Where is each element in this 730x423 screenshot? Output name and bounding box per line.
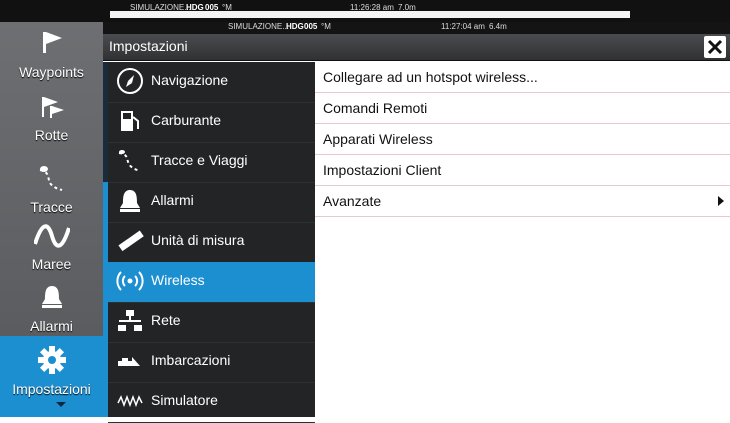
- sidebar-item-label: Impostazioni: [12, 381, 91, 397]
- menu-item-imbarcazioni[interactable]: Imbarcazioni: [108, 342, 315, 383]
- ruler-icon: [118, 230, 144, 252]
- option-remote-controls[interactable]: Comandi Remoti: [315, 93, 730, 124]
- sidebar-item-impostazioni[interactable]: Impostazioni: [0, 336, 103, 417]
- menu-item-tracce-viaggi[interactable]: Tracce e Viaggi: [108, 142, 315, 183]
- status-hdg-unit: °M: [321, 22, 331, 31]
- wireless-options: Collegare ad un hotspot wireless... Coma…: [315, 62, 730, 417]
- background-chart-strip: [110, 11, 630, 18]
- menu-item-navigazione[interactable]: Navigazione: [108, 62, 315, 103]
- vessels-icon: [118, 357, 140, 366]
- menu-item-label: Tracce e Viaggi: [151, 152, 248, 168]
- close-icon: [707, 39, 723, 55]
- menu-item-label: Simulatore: [151, 392, 218, 408]
- menu-item-label: Rete: [151, 312, 181, 328]
- menu-item-label: Allarmi: [151, 192, 194, 208]
- menu-item-label: Unità di misura: [151, 232, 245, 248]
- option-label: Apparati Wireless: [323, 131, 433, 147]
- menu-item-label: Wireless: [151, 272, 205, 288]
- option-client-settings[interactable]: Impostazioni Client: [315, 155, 730, 186]
- option-label: Avanzate: [323, 193, 382, 209]
- dialog-titlebar: Impostazioni: [103, 34, 730, 61]
- status-hdg-value: 005: [205, 3, 219, 12]
- option-wireless-devices[interactable]: Apparati Wireless: [315, 124, 730, 155]
- menu-item-label: Navigazione: [151, 72, 229, 88]
- status-time: 11:26:28 am: [350, 3, 394, 12]
- option-label: Collegare ad un hotspot wireless...: [323, 69, 538, 85]
- menu-item-carburante[interactable]: Carburante: [108, 102, 315, 143]
- wave-icon: [34, 224, 70, 248]
- settings-dialog: SIMULAZIONE... HDG 005 °M 11:27:04 am 6.…: [103, 22, 730, 423]
- menu-item-label: Imbarcazioni: [151, 352, 231, 368]
- trail-icon: [118, 150, 141, 172]
- sidebar-item-maree[interactable]: Maree: [0, 218, 103, 284]
- menu-item-allarmi[interactable]: Allarmi: [108, 182, 315, 223]
- close-button[interactable]: [704, 36, 726, 58]
- expand-indicator-icon: [56, 402, 66, 407]
- bell-icon: [120, 190, 140, 212]
- bell-icon: [42, 286, 62, 308]
- menu-item-label: Carburante: [151, 112, 222, 128]
- status-time: 11:27:04 am: [441, 22, 485, 31]
- route-flags-icon: [42, 97, 64, 118]
- network-icon: [118, 310, 142, 331]
- track-icon: [39, 166, 63, 191]
- status-hdg-label: HDG: [286, 22, 304, 31]
- front-status-bar: SIMULAZIONE... HDG 005 °M 11:27:04 am 6.…: [103, 22, 730, 34]
- wireless-icon: [116, 271, 144, 291]
- sidebar-item-waypoints[interactable]: Waypoints: [0, 22, 103, 84]
- option-connect-hotspot[interactable]: Collegare ad un hotspot wireless...: [315, 62, 730, 93]
- option-label: Impostazioni Client: [323, 162, 442, 178]
- menu-item-rete[interactable]: Rete: [108, 302, 315, 343]
- menu-item-unita-misura[interactable]: Unità di misura: [108, 222, 315, 263]
- status-hdg-unit: °M: [222, 3, 232, 12]
- submenu-arrow-icon: [718, 196, 724, 206]
- sidebar-item-label: Maree: [31, 256, 72, 272]
- sidebar-item-label: Tracce: [30, 199, 73, 215]
- dialog-title: Impostazioni: [109, 38, 188, 54]
- background-status-bar: SIMULAZIONE... HDG 005 °M 11:26:28 am 7.…: [0, 0, 730, 22]
- gear-icon: [38, 346, 66, 374]
- compass-icon: [117, 68, 143, 94]
- flag-icon: [43, 32, 62, 53]
- sidebar-item-label: Waypoints: [19, 64, 84, 80]
- option-label: Comandi Remoti: [323, 100, 428, 116]
- sidebar-item-label: Rotte: [34, 127, 69, 143]
- sidebar-item-rotte[interactable]: Rotte: [0, 84, 103, 146]
- menu-item-wireless[interactable]: Wireless: [108, 262, 315, 303]
- status-hdg-label: HDG: [186, 3, 204, 12]
- status-mode: SIMULAZIONE...: [130, 3, 191, 12]
- simulator-icon: [117, 394, 143, 408]
- status-mode: SIMULAZIONE...: [228, 22, 289, 31]
- sidebar-item-label: Allarmi: [30, 318, 73, 334]
- option-advanced[interactable]: Avanzate: [315, 186, 730, 217]
- fuel-pump-icon: [121, 111, 139, 131]
- sidebar-item-allarmi[interactable]: Allarmi: [0, 284, 103, 336]
- settings-menu: Navigazione Carburante Tracce e Viaggi A…: [108, 62, 315, 423]
- status-hdg-value: 005: [304, 22, 318, 31]
- status-extra: 7.0m: [398, 3, 416, 12]
- status-extra: 6.4m: [489, 22, 507, 31]
- sidebar: Waypoints Rotte Tracce Maree Allarmi Imp…: [0, 22, 103, 417]
- sidebar-item-tracce[interactable]: Tracce: [0, 146, 103, 215]
